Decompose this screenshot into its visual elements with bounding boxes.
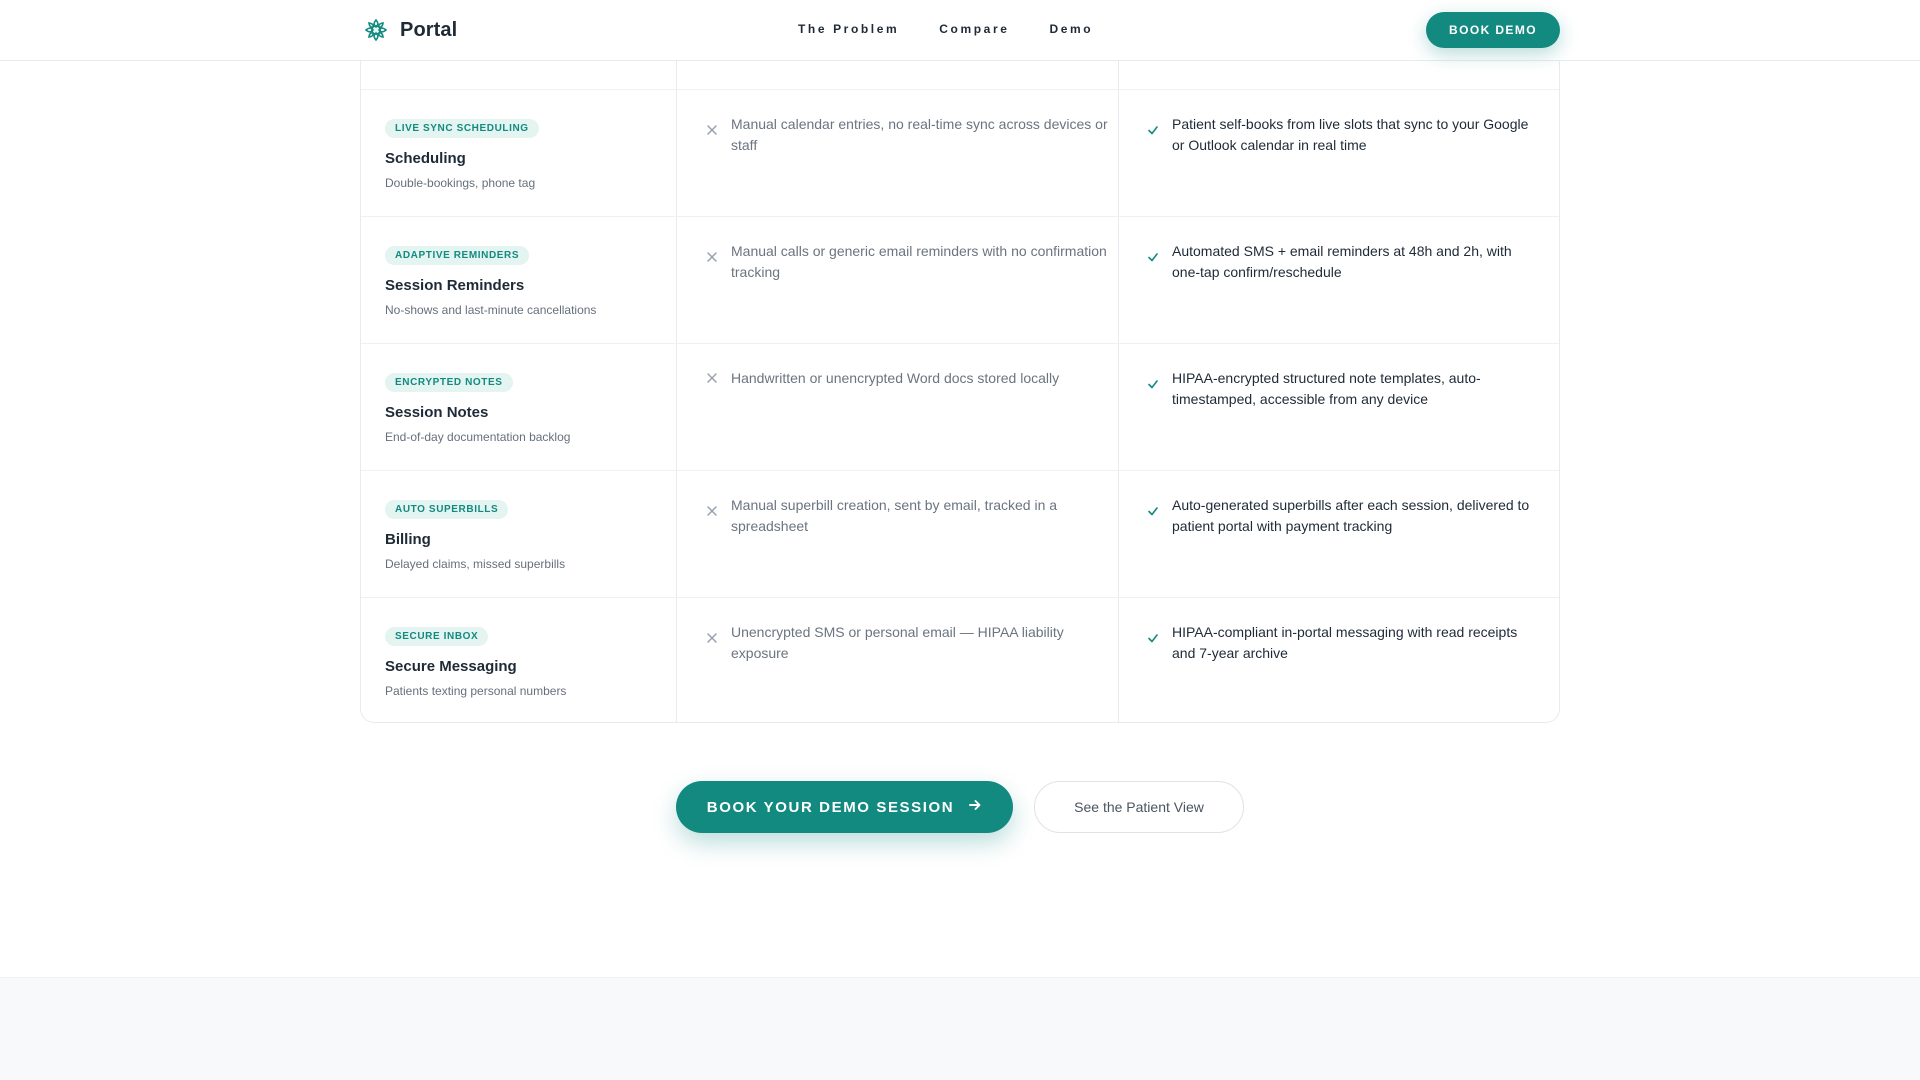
new-way-cell: HIPAA-compliant in-portal messaging with… [1142, 622, 1542, 664]
feature-cell: AUTO SUPERBILLS Billing Delayed claims, … [385, 499, 665, 571]
see-patient-view-button[interactable]: See the Patient View [1034, 781, 1244, 833]
table-row: LIVE SYNC SCHEDULING Scheduling Double-b… [361, 89, 1559, 216]
new-way-cell: Patient self-books from live slots that … [1142, 114, 1542, 156]
feature-title: Scheduling [385, 150, 466, 167]
new-way-text: HIPAA-encrypted structured note template… [1172, 370, 1481, 407]
feature-cell: LIVE SYNC SCHEDULING Scheduling Double-b… [385, 118, 665, 190]
table-row: SECURE INBOX Secure Messaging Patients t… [361, 597, 1559, 724]
site-header: Portal The Problem Compare Demo BOOK DEM… [0, 0, 1920, 61]
new-way-text: Automated SMS + email reminders at 48h a… [1172, 243, 1512, 280]
feature-title: Session Reminders [385, 277, 525, 294]
old-way-cell: Unencrypted SMS or personal email — HIPA… [701, 622, 1111, 664]
old-way-text: Manual calendar entries, no real-time sy… [731, 116, 1108, 153]
table-row: AUTO SUPERBILLS Billing Delayed claims, … [361, 470, 1559, 597]
x-icon [701, 632, 723, 644]
nav-link-the-problem[interactable]: The Problem [798, 22, 899, 36]
check-icon [1142, 124, 1164, 136]
new-way-cell: Auto-generated superbills after each ses… [1142, 495, 1542, 537]
x-icon [701, 368, 723, 384]
table-row: ENCRYPTED NOTES Session Notes End-of-day… [361, 343, 1559, 470]
x-icon [701, 505, 723, 517]
nav-link-demo[interactable]: Demo [1050, 22, 1094, 36]
old-way-text: Handwritten or unencrypted Word docs sto… [731, 370, 1060, 386]
feature-cell: SECURE INBOX Secure Messaging Patients t… [385, 626, 665, 698]
feature-subtitle: Patients texting personal numbers [385, 684, 567, 698]
feature-cell: ENCRYPTED NOTES Session Notes End-of-day… [385, 372, 665, 444]
feature-subtitle: Double-bookings, phone tag [385, 176, 536, 190]
next-section-band [0, 977, 1920, 1080]
feature-badge: SECURE INBOX [385, 627, 489, 646]
brand-name: Portal [400, 18, 458, 41]
old-way-cell: Manual calendar entries, no real-time sy… [701, 114, 1111, 156]
new-way-text: Auto-generated superbills after each ses… [1172, 497, 1530, 534]
old-way-text: Manual superbill creation, sent by email… [731, 497, 1058, 534]
table-row: ADAPTIVE REMINDERS Session Reminders No-… [361, 216, 1559, 343]
feature-badge: ENCRYPTED NOTES [385, 373, 513, 392]
lotus-logo-icon [362, 16, 390, 44]
feature-title: Session Notes [385, 404, 489, 421]
feature-subtitle: No-shows and last-minute cancellations [385, 303, 597, 317]
old-way-cell: Manual superbill creation, sent by email… [701, 495, 1111, 537]
check-icon [1142, 251, 1164, 263]
new-way-text: HIPAA-compliant in-portal messaging with… [1172, 624, 1518, 661]
feature-title: Secure Messaging [385, 658, 517, 675]
book-demo-session-button[interactable]: BOOK YOUR DEMO SESSION [676, 781, 1013, 833]
check-icon [1142, 632, 1164, 644]
feature-badge: AUTO SUPERBILLS [385, 500, 509, 519]
x-icon [701, 124, 723, 136]
feature-subtitle: End-of-day documentation backlog [385, 430, 571, 444]
check-icon [1142, 505, 1164, 517]
old-way-text: Unencrypted SMS or personal email — HIPA… [731, 624, 1064, 661]
new-way-cell: Automated SMS + email reminders at 48h a… [1142, 241, 1542, 283]
x-icon [701, 251, 723, 263]
book-demo-button[interactable]: BOOK DEMO [1426, 12, 1560, 48]
new-way-cell: HIPAA-encrypted structured note template… [1142, 368, 1542, 410]
brand[interactable]: Portal [362, 16, 457, 44]
old-way-text: Manual calls or generic email reminders … [731, 243, 1107, 280]
arrow-right-icon [968, 798, 982, 816]
new-way-text: Patient self-books from live slots that … [1172, 116, 1529, 153]
feature-cell: ADAPTIVE REMINDERS Session Reminders No-… [385, 245, 665, 317]
feature-subtitle: Delayed claims, missed superbills [385, 557, 566, 571]
feature-badge: ADAPTIVE REMINDERS [385, 246, 530, 265]
old-way-cell: Manual calls or generic email reminders … [701, 241, 1111, 283]
main-nav: The Problem Compare Demo [798, 22, 1093, 36]
comparison-table: LIVE SYNC SCHEDULING Scheduling Double-b… [360, 0, 1560, 723]
feature-badge: LIVE SYNC SCHEDULING [385, 119, 539, 138]
feature-title: Billing [385, 531, 431, 548]
nav-link-compare[interactable]: Compare [939, 22, 1009, 36]
check-icon [1142, 378, 1164, 390]
old-way-cell: Handwritten or unencrypted Word docs sto… [701, 368, 1111, 389]
book-demo-session-label: BOOK YOUR DEMO SESSION [706, 798, 955, 816]
